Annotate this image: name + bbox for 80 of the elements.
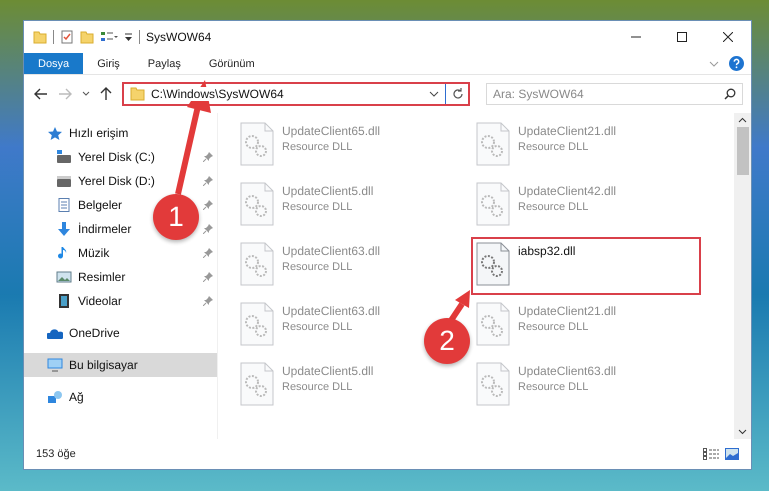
file-type: Resource DLL — [518, 381, 588, 393]
file-type: Resource DLL — [282, 201, 352, 213]
dll-file-icon[interactable] — [240, 362, 274, 406]
dll-file-icon[interactable] — [476, 182, 510, 226]
scroll-up-icon[interactable] — [738, 117, 747, 123]
nav-item-icon — [56, 198, 72, 212]
pin-icon[interactable] — [203, 224, 213, 234]
sidebar-item[interactable]: Belgeler — [56, 193, 126, 217]
sidebar-item[interactable]: Ağ — [24, 385, 217, 409]
sidebar-item[interactable]: Resimler — [56, 265, 130, 289]
maximize-icon — [677, 32, 687, 42]
ribbon-tab[interactable]: Dosya — [24, 53, 84, 74]
file-type: Resource DLL — [282, 141, 352, 153]
dll-file-icon[interactable] — [240, 122, 274, 166]
address-path: C:\Windows\SysWOW64 — [151, 87, 284, 101]
details-view-icon[interactable] — [703, 448, 719, 460]
nav-item-icon — [56, 270, 72, 284]
sidebar-item[interactable]: OneDrive — [24, 321, 217, 345]
search-icon — [724, 88, 736, 100]
file-type: Resource DLL — [282, 381, 352, 393]
window-title: SysWOW64 — [146, 30, 212, 44]
sidebar-item[interactable]: Yerel Disk (D:) — [56, 169, 159, 193]
dll-file-icon[interactable] — [240, 242, 274, 286]
item-count: 153 öğe — [36, 448, 76, 460]
file-type: Resource DLL — [518, 141, 588, 153]
nav-item-icon — [56, 150, 72, 164]
back-arrow-icon[interactable] — [34, 88, 48, 100]
file-name[interactable]: iabsp32.dll — [518, 244, 576, 258]
folder-icon[interactable] — [33, 30, 47, 44]
nav-item-icon — [56, 222, 72, 236]
help-icon[interactable] — [729, 56, 744, 71]
pin-icon[interactable] — [203, 296, 213, 306]
dll-file-icon[interactable] — [476, 122, 510, 166]
up-arrow-icon[interactable] — [100, 87, 112, 101]
pin-icon[interactable] — [203, 200, 213, 210]
sidebar-item[interactable]: Bu bilgisayar — [24, 353, 217, 377]
file-type: Resource DLL — [282, 321, 352, 333]
nav-item-icon — [47, 126, 63, 140]
file-type: Resource DLL — [518, 201, 588, 213]
large-icons-view-icon[interactable] — [725, 448, 739, 460]
properties-icon[interactable] — [60, 30, 74, 44]
dropdown-icon[interactable] — [124, 32, 133, 42]
sidebar-item[interactable]: Videolar — [56, 289, 126, 313]
nav-item-icon — [56, 294, 72, 308]
dll-file-icon[interactable] — [240, 182, 274, 226]
pin-icon[interactable] — [203, 176, 213, 186]
search-field[interactable]: Ara: SysWOW64 — [486, 83, 743, 105]
pin-icon[interactable] — [203, 272, 213, 282]
list-view-icon[interactable] — [100, 30, 118, 44]
sidebar-item[interactable]: Hızlı erişim — [24, 121, 217, 145]
dll-file-icon[interactable] — [476, 302, 510, 346]
pin-icon[interactable] — [203, 248, 213, 258]
address-bar[interactable]: C:\Windows\SysWOW64 — [122, 82, 470, 106]
close-icon — [723, 32, 733, 42]
file-type: Resource DLL — [518, 321, 588, 333]
sidebar-item[interactable]: İndirmeler — [56, 217, 136, 241]
refresh-icon[interactable] — [452, 88, 464, 100]
new-folder-icon[interactable] — [80, 30, 94, 44]
minimize-icon — [631, 36, 641, 38]
sidebar-item[interactable]: Müzik — [56, 241, 114, 265]
forward-arrow-icon[interactable] — [58, 88, 72, 100]
ribbon-tab[interactable]: Paylaş — [134, 53, 195, 74]
scroll-down-icon[interactable] — [738, 429, 747, 435]
dll-file-icon[interactable] — [476, 362, 510, 406]
nav-item-icon — [56, 174, 72, 188]
recent-caret-icon[interactable] — [82, 91, 90, 97]
expand-ribbon-icon[interactable] — [709, 60, 719, 68]
caret-icon[interactable] — [429, 91, 439, 97]
nav-item-icon — [47, 390, 63, 404]
ribbon-tab[interactable]: Giriş — [83, 53, 134, 74]
file-type: Resource DLL — [282, 261, 352, 273]
nav-item-icon — [47, 358, 63, 372]
dll-file-icon[interactable] — [240, 302, 274, 346]
folder-icon — [130, 87, 145, 101]
pin-icon[interactable] — [203, 152, 213, 162]
scrollbar-thumb[interactable] — [736, 127, 748, 175]
scrollbar[interactable] — [734, 113, 751, 439]
sidebar-item[interactable]: Yerel Disk (C:) — [56, 145, 159, 169]
dll-file-icon[interactable] — [476, 242, 510, 286]
ribbon-tab[interactable]: Görünüm — [194, 53, 269, 74]
